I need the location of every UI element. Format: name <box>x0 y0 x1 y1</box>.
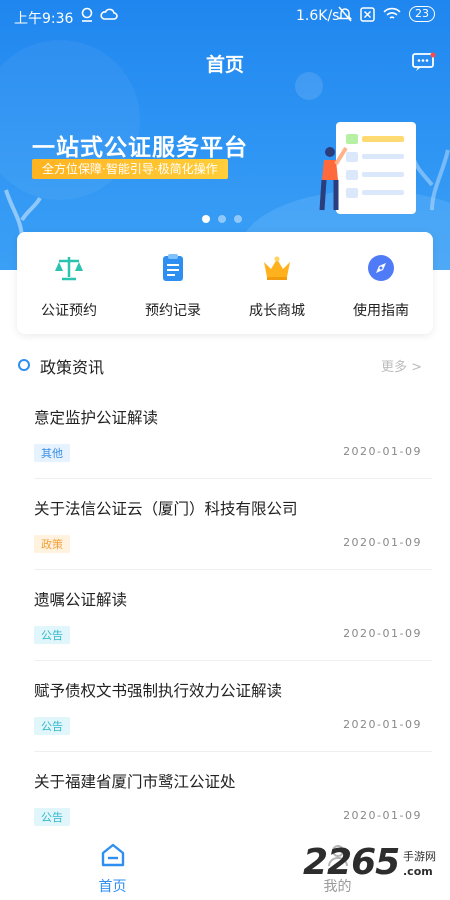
chat-bubble-icon[interactable] <box>412 52 436 72</box>
news-item[interactable]: 遗嘱公证解读 公告 2020-01-09 <box>34 570 432 661</box>
home-icon <box>101 843 124 867</box>
news-tag: 其他 <box>34 444 70 462</box>
leaf-decoration <box>4 189 42 240</box>
news-title: 意定监护公证解读 <box>34 409 159 427</box>
carousel-indicators <box>202 215 242 223</box>
network-speed: 1.6K/s <box>296 8 340 24</box>
news-title: 关于福建省厦门市鹭江公证处 <box>34 773 236 791</box>
wifi-icon <box>383 7 401 19</box>
quick-label: 成长商城 <box>249 303 305 319</box>
page-title: 首页 <box>205 54 244 76</box>
compass-icon <box>368 255 394 281</box>
location-icon <box>81 7 93 22</box>
banner-illustration <box>319 122 416 214</box>
quick-label: 公证预约 <box>41 303 97 319</box>
news-item[interactable]: 赋予债权文书强制执行效力公证解读 公告 2020-01-09 <box>34 661 432 752</box>
section-title: 政策资讯 <box>40 358 105 377</box>
banner-headline[interactable]: 一站式公证服务平台 <box>32 128 248 162</box>
news-date: 2020-01-09 <box>343 445 422 458</box>
quick-growth-mall[interactable]: 成长商城 <box>225 232 329 334</box>
carousel-dot[interactable] <box>218 215 226 223</box>
tab-label: 首页 <box>98 879 127 895</box>
leaf-decoration <box>412 149 450 210</box>
quick-menu: 公证预约 预约记录 成长商城 使用指南 <box>17 232 433 334</box>
quick-label: 使用指南 <box>353 303 409 319</box>
news-title: 遗嘱公证解读 <box>34 591 128 609</box>
carousel-dot[interactable] <box>202 215 210 223</box>
carousel-dot[interactable] <box>234 215 242 223</box>
app-root: 上午9:36 1.6K/s 23 首页 一站式公证服务平台 全方位保障·智能引导… <box>0 0 450 900</box>
quick-label: 预约记录 <box>145 303 201 319</box>
no-sim-icon <box>360 6 375 22</box>
news-list: 意定监护公证解读 其他 2020-01-09 关于法信公证云（厦门）科技有限公司… <box>0 388 450 843</box>
crown-icon <box>264 256 290 280</box>
news-tag: 公告 <box>34 717 70 735</box>
news-tag: 政策 <box>34 535 70 553</box>
news-tag: 公告 <box>34 626 70 644</box>
status-right-icons: 23 <box>338 6 435 22</box>
status-left-icons <box>80 7 118 23</box>
cloud-icon <box>100 8 118 20</box>
hero-header: 上午9:36 1.6K/s 23 首页 一站式公证服务平台 全方位保障·智能引导… <box>0 0 450 270</box>
news-title: 赋予债权文书强制执行效力公证解读 <box>34 682 283 700</box>
banner-subline: 全方位保障·智能引导·极简化操作 <box>32 159 228 179</box>
news-date: 2020-01-09 <box>343 627 422 640</box>
quick-appointment-records[interactable]: 预约记录 <box>121 232 225 334</box>
news-date: 2020-01-09 <box>343 809 422 822</box>
watermark-url: .com <box>403 865 433 878</box>
news-title: 关于法信公证云（厦门）科技有限公司 <box>34 500 298 518</box>
quick-notary-appointment[interactable]: 公证预约 <box>17 232 121 334</box>
balance-scale-icon <box>55 257 83 281</box>
news-item[interactable]: 意定监护公证解读 其他 2020-01-09 <box>34 388 432 479</box>
watermark-cn: 手游网 <box>403 850 436 863</box>
battery-indicator: 23 <box>409 6 435 22</box>
news-tag: 公告 <box>34 808 70 826</box>
site-watermark: 2265 手游网 .com <box>303 842 450 894</box>
more-link[interactable]: 更多 > <box>381 356 422 375</box>
clipboard-list-icon <box>163 254 183 281</box>
news-item[interactable]: 关于法信公证云（厦门）科技有限公司 政策 2020-01-09 <box>34 479 432 570</box>
news-date: 2020-01-09 <box>343 718 422 731</box>
status-time: 上午9:36 <box>14 11 74 27</box>
status-bar: 上午9:36 1.6K/s 23 <box>0 0 450 32</box>
policy-section-header: 政策资讯 更多 > <box>0 348 450 380</box>
watermark-number: 2265 <box>303 842 400 883</box>
news-date: 2020-01-09 <box>343 536 422 549</box>
tab-home[interactable]: 首页 <box>0 832 225 896</box>
quick-user-guide[interactable]: 使用指南 <box>329 232 433 334</box>
section-bullet-icon <box>18 359 30 371</box>
news-item[interactable]: 关于福建省厦门市鹭江公证处 公告 2020-01-09 <box>34 752 432 843</box>
mute-bell-icon <box>338 6 352 22</box>
